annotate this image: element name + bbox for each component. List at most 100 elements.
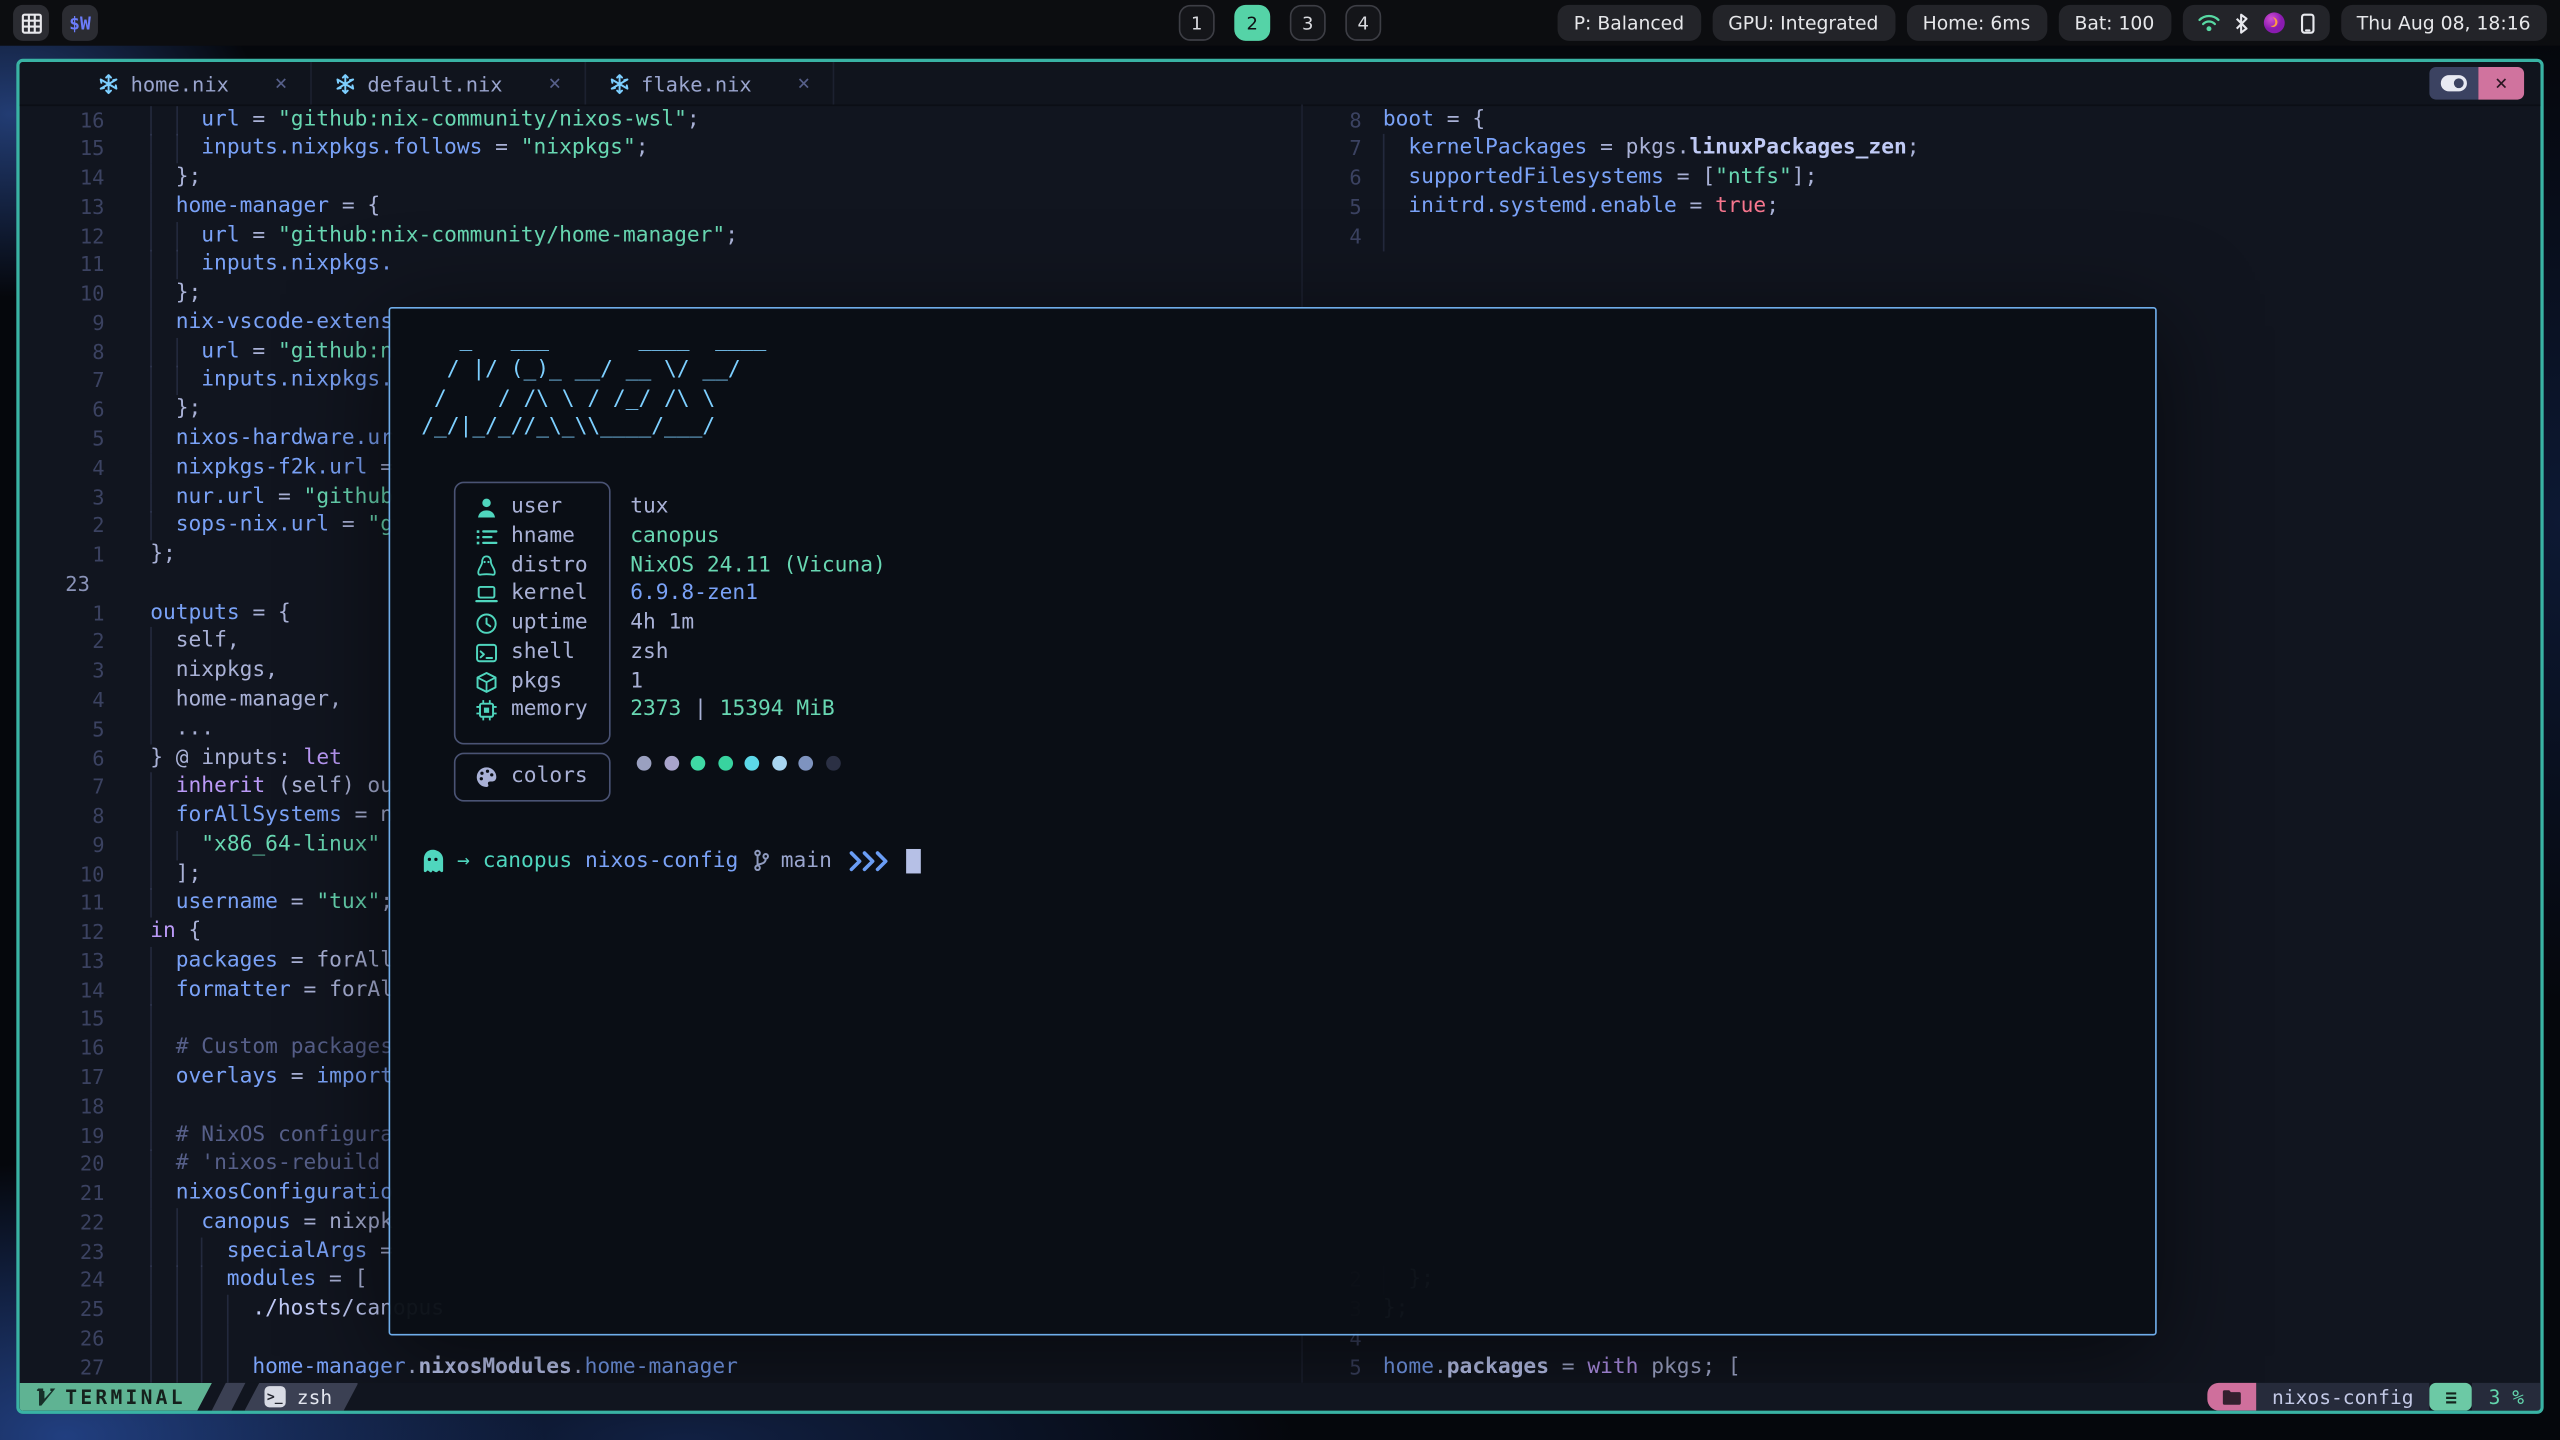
info-label: uptime [511, 609, 588, 638]
prompt-repo-name: nixos-config [585, 848, 738, 872]
line-number: 11 [59, 889, 105, 918]
tabbar-left-pad [20, 62, 76, 104]
nix-snowflake-icon [98, 73, 119, 94]
code-text: overlays = import [150, 1063, 393, 1092]
info-label: pkgs [511, 667, 562, 696]
prompt-repo [572, 848, 585, 872]
tab-label: home.nix [131, 71, 229, 95]
info-value: canopus [630, 522, 719, 551]
prompt-hostname: canopus [483, 848, 572, 872]
tab-close-icon[interactable]: × [797, 71, 810, 95]
line-number: 19 [59, 1121, 105, 1150]
info-label: hname [511, 522, 575, 551]
code-text: packages = forAll [150, 947, 393, 976]
code-text: } @ inputs: let [150, 744, 342, 773]
scroll-lines-icon: ≡ [2430, 1383, 2472, 1411]
tab-home.nix[interactable]: home.nix × [75, 62, 312, 104]
statusbar-stripe [211, 1383, 245, 1411]
sw-terminal-icon[interactable]: $W [62, 5, 98, 41]
tab-default.nix[interactable]: default.nix× [312, 62, 586, 104]
code-text: # 'nixos-rebuild [150, 1150, 380, 1179]
shell-prompt[interactable]: → canopus nixos-config main [421, 846, 920, 875]
code-text: self, [150, 628, 239, 657]
power-profile-pill: P: Balanced [1557, 5, 1700, 41]
line-number: 4 [59, 453, 105, 482]
code-text: forAllSystems = n [150, 802, 393, 831]
line-number: 22 [59, 1208, 105, 1237]
terminal-cursor[interactable] [905, 848, 920, 872]
color-dot [744, 757, 759, 772]
info-value: zsh [630, 638, 668, 667]
window-close-button[interactable]: × [2478, 67, 2524, 100]
code-text [150, 1092, 176, 1121]
wifi-icon[interactable] [2197, 13, 2220, 33]
line-number: 7 [59, 366, 105, 395]
repo-segment: nixos-config [2256, 1383, 2430, 1411]
code-line: 5home.packages = with pkgs; [ [20, 1353, 2541, 1382]
toggle-knob-icon [2441, 75, 2467, 91]
scroll-percent-label: 3 % [2489, 1385, 2524, 1408]
shell-icon [475, 641, 498, 664]
topbar-status-area: P: Balanced GPU: Integrated Home: 6ms Ba… [1557, 5, 2547, 41]
line-number: 6 [59, 395, 105, 424]
code-text: }; [150, 395, 201, 424]
palette-icon [475, 766, 498, 789]
code-text: nixos-hardware.ur [150, 424, 393, 453]
prompt-chevrons-icon [848, 850, 890, 871]
code-text: home-manager, [150, 686, 342, 715]
code-text: boot = { [1383, 105, 1485, 134]
window-toggle-button[interactable] [2429, 67, 2478, 100]
workspace-button-2[interactable]: 2 [1234, 5, 1270, 41]
workspace-button-1[interactable]: 1 [1179, 5, 1215, 41]
battery-pill: Bat: 100 [2058, 5, 2171, 41]
tab-close-icon[interactable]: × [275, 71, 288, 95]
workspace-button-3[interactable]: 3 [1290, 5, 1326, 41]
line-number: 15 [59, 1005, 105, 1034]
clock-pill: Thu Aug 08, 18:16 [2340, 5, 2546, 41]
code-text: ]; [150, 860, 201, 889]
editor-area: 16url = "github:nix-community/nixos-wsl"… [20, 104, 2541, 1382]
code-text: formatter = forAl [150, 976, 393, 1005]
tab-close-icon[interactable]: × [548, 71, 561, 95]
color-dot [691, 757, 706, 772]
line-number: 1 [59, 541, 105, 570]
code-text: outputs = { [150, 599, 291, 628]
code-text: inputs.nixpkgs. [150, 250, 393, 279]
workspace-switcher: 1234 [1179, 5, 1381, 41]
code-text: nixpkgs, [150, 657, 278, 686]
info-value: NixOS 24.11 (Vicuna) [630, 551, 886, 580]
line-number: 9 [59, 308, 105, 337]
code-text: }; [150, 279, 201, 308]
prompt-branch: main [781, 848, 832, 872]
buffer-segment[interactable]: >_ zsh [245, 1383, 359, 1411]
line-number: 5 [1313, 1353, 1362, 1382]
line-number: 8 [59, 337, 105, 366]
ping-pill: Home: 6ms [1906, 5, 2046, 41]
code-text [1383, 221, 1409, 250]
code-line: 8boot = { [20, 105, 2541, 134]
line-number: 2 [59, 512, 105, 541]
line-number: 21 [59, 1179, 105, 1208]
wallpaper-daemon-icon[interactable] [2262, 11, 2285, 34]
workspace-button-4[interactable]: 4 [1345, 5, 1381, 41]
info-label: user [511, 493, 562, 522]
tab-label: flake.nix [641, 71, 752, 95]
grid-launcher-icon[interactable] [13, 5, 49, 41]
code-text: "x86_64-linux" [150, 831, 380, 860]
phone-icon[interactable] [2300, 12, 2315, 33]
color-dot [637, 757, 652, 772]
nix-snowflake-icon [335, 73, 356, 94]
line-number: 23 [59, 1237, 105, 1266]
color-dot [798, 757, 813, 772]
color-dot [718, 757, 733, 772]
line-number: 8 [59, 802, 105, 831]
ghost-icon [421, 848, 444, 872]
info-value: tux [630, 493, 668, 522]
tab-flake.nix[interactable]: flake.nix × [586, 62, 835, 104]
memory-icon [475, 700, 498, 723]
colors-label: colors [511, 762, 588, 791]
code-text: nix-vscode-extens [150, 308, 393, 337]
bluetooth-icon[interactable] [2234, 12, 2247, 33]
line-number: 3 [59, 483, 105, 512]
floating-terminal-window[interactable]: _ ___ ____ ____ / |/ (_)_ __/ __ \/ __/ … [389, 307, 2157, 1336]
